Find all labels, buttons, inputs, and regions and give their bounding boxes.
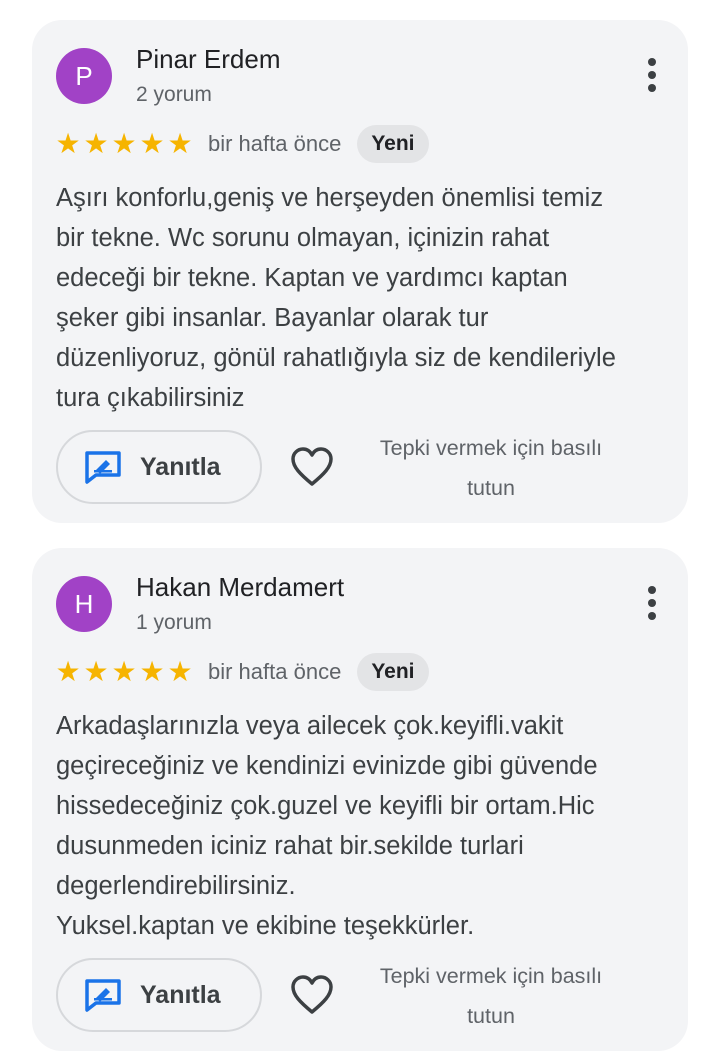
star-icon: ★ (167, 656, 193, 687)
avatar[interactable]: P (56, 48, 112, 104)
star-rating: ★ ★ ★ ★ ★ (54, 130, 194, 158)
review-count: 1 yorum (136, 611, 212, 634)
star-icon: ★ (139, 656, 165, 687)
more-vert-icon[interactable] (646, 58, 658, 96)
reviewer-name[interactable]: Pinar Erdem (136, 44, 281, 75)
review-text: Aşırı konforlu,geniş ve herşeyden önemli… (56, 184, 616, 412)
reply-icon (85, 451, 121, 484)
avatar[interactable]: H (56, 576, 112, 632)
star-icon: ★ (83, 656, 109, 687)
reviewer-name[interactable]: Hakan Merdamert (136, 572, 344, 603)
review-text: Arkadaşlarınızla veya ailecek çok.keyifl… (56, 712, 598, 940)
rating-row: ★ ★ ★ ★ ★ bir hafta önce Yeni (54, 124, 429, 164)
reply-button[interactable]: Yanıtla (56, 958, 262, 1032)
react-hint: Tepki vermek için basılı tutun (379, 436, 603, 500)
star-icon: ★ (167, 128, 193, 159)
reply-label: Yanıtla (140, 452, 221, 481)
review-card: H Hakan Merdamert 1 yorum ★ ★ ★ ★ ★ bir … (32, 548, 688, 1051)
star-icon: ★ (139, 128, 165, 159)
review-count: 2 yorum (136, 83, 212, 106)
star-icon: ★ (83, 128, 109, 159)
new-badge: Yeni (357, 125, 429, 163)
reply-button[interactable]: Yanıtla (56, 430, 262, 504)
star-icon: ★ (111, 128, 137, 159)
heart-icon[interactable] (290, 974, 334, 1016)
react-hint: Tepki vermek için basılı tutun (379, 964, 603, 1028)
heart-icon[interactable] (290, 446, 334, 488)
new-badge: Yeni (357, 653, 429, 691)
reply-label: Yanıtla (140, 980, 221, 1009)
more-vert-icon[interactable] (646, 586, 658, 624)
star-icon: ★ (55, 656, 81, 687)
review-time: bir hafta önce (208, 659, 342, 684)
rating-row: ★ ★ ★ ★ ★ bir hafta önce Yeni (54, 652, 429, 692)
star-rating: ★ ★ ★ ★ ★ (54, 658, 194, 686)
review-card: P Pinar Erdem 2 yorum ★ ★ ★ ★ ★ bir haft… (32, 20, 688, 523)
reply-icon (85, 979, 121, 1012)
star-icon: ★ (111, 656, 137, 687)
review-time: bir hafta önce (208, 131, 342, 156)
star-icon: ★ (55, 128, 81, 159)
